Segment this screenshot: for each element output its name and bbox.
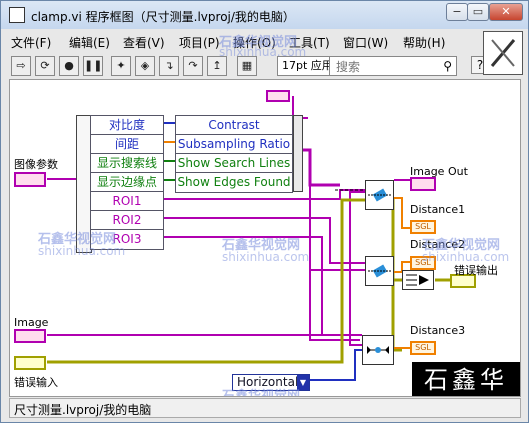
wire-image-3 [349, 191, 365, 270]
distance2-indicator: SGL [410, 256, 436, 270]
wire-cluster-3 [309, 270, 360, 341]
wire-distance1 [394, 197, 410, 229]
wire-cluster-2 [309, 185, 360, 271]
step-out-icon[interactable]: ↥ [207, 56, 227, 76]
menu-window[interactable]: 窗口(W) [343, 34, 388, 51]
maximize-button[interactable]: ▭ [467, 3, 489, 21]
error-in-label: 错误输入 [14, 376, 58, 389]
menu-tools[interactable]: 工具(T) [289, 34, 330, 51]
run-arrow-icon[interactable]: ⇨ [11, 56, 31, 76]
bundle-names: 对比度 间距 显示搜索线 显示边缘点 ROI1 ROI2 ROI3 [90, 115, 164, 250]
wire-cluster-out [302, 148, 340, 187]
logo-badge: 石鑫华 [412, 362, 520, 396]
roi-constant[interactable] [266, 90, 290, 102]
clamp-icon [367, 346, 389, 354]
merge-errors-icon [406, 274, 429, 286]
bundle-name: 间距 [91, 135, 163, 154]
bundle-node-2[interactable] [293, 115, 303, 192]
clean-diagram-icon[interactable]: ▦ [237, 56, 257, 76]
font-select[interactable]: 17pt 应用 [277, 56, 335, 76]
close-button[interactable]: ✕ [489, 3, 523, 21]
vi-icon [483, 31, 523, 75]
highlight-bulb-icon[interactable]: ✦ [111, 56, 131, 76]
error-in-control[interactable] [14, 356, 46, 370]
clamp-icon [368, 264, 391, 278]
clamp-vi-2[interactable] [365, 256, 394, 286]
error-out-label: 错误输出 [454, 264, 498, 277]
bundle-name: 显示搜索线 [91, 154, 163, 173]
vi-file-icon [9, 7, 25, 23]
run-continuously-icon[interactable]: ⟳ [35, 56, 55, 76]
image-label: Image [14, 316, 49, 329]
clamp-vi-1[interactable] [365, 180, 394, 210]
merge-errors-node[interactable] [402, 270, 434, 290]
clamp-vi-3[interactable] [362, 335, 394, 365]
menu-project[interactable]: 项目(P) [179, 34, 220, 51]
search-icon[interactable]: ⚲ [443, 59, 452, 73]
menu-edit[interactable]: 编辑(E) [69, 34, 110, 51]
bundle-name: 对比度 [91, 116, 163, 135]
bundle-name: ROI1 [91, 192, 163, 211]
distance3-label: Distance3 [410, 324, 466, 337]
window: clamp.vi 程序框图（尺寸测量.lvproj/我的电脑） − ▭ ✕ 文件… [0, 0, 529, 423]
cluster-fields: Contrast Subsampling Ratio Show Search L… [175, 115, 293, 193]
image-control[interactable] [14, 329, 46, 343]
wire-roi2 [164, 217, 365, 264]
chevron-down-icon[interactable]: ▼ [297, 375, 309, 390]
window-title: clamp.vi 程序框图（尺寸测量.lvproj/我的电脑） [31, 10, 295, 24]
image-params-label: 图像参数 [14, 158, 58, 171]
bundle-name: 显示边缘点 [91, 173, 163, 192]
step-over-icon[interactable]: ↷ [183, 56, 203, 76]
search-box[interactable]: ⚲ [329, 56, 457, 76]
distance2-label: Distance2 [410, 238, 466, 251]
menu-file[interactable]: 文件(F) [11, 34, 51, 51]
cluster-field: Show Search Lines [176, 154, 292, 173]
wire-image-2 [349, 269, 365, 335]
status-bar: 尺寸测量.lvproj/我的电脑 [9, 398, 521, 418]
wire-roi3 [164, 236, 362, 336]
distance3-indicator: SGL [410, 341, 436, 355]
clamp-icon [368, 188, 391, 202]
retain-wire-icon[interactable]: ◈ [135, 56, 155, 76]
wire-error-3 [391, 280, 402, 352]
clamp-tool-icon [490, 39, 516, 67]
cluster-field: Subsampling Ratio [176, 135, 292, 154]
title-bar: clamp.vi 程序框图（尺寸测量.lvproj/我的电脑） − ▭ ✕ [1, 1, 528, 29]
image-out-indicator [410, 177, 436, 191]
direction-select[interactable]: Horizontal ▼ [232, 374, 310, 391]
block-diagram[interactable]: 图像参数 Image 错误输入 对比度 间距 显示搜索线 显示边缘点 ROI1 … [9, 79, 521, 397]
image-params-control[interactable] [14, 172, 46, 187]
bundle-name: ROI2 [91, 211, 163, 230]
distance1-label: Distance1 [410, 203, 466, 216]
direction-value: Horizontal [237, 375, 299, 389]
toolbar: ⇨ ⟳ ● ❚❚ ✦ ◈ ↴ ↷ ↥ ▦ 17pt 应用 ⚲ ? [9, 53, 489, 79]
menu-view[interactable]: 查看(V) [123, 34, 165, 51]
cluster-field: Contrast [176, 116, 292, 135]
distance1-indicator: SGL [410, 220, 436, 234]
menu-bar: 文件(F) 编辑(E) 查看(V) 项目(P) 操作(O) 工具(T) 窗口(W… [9, 31, 483, 51]
menu-help[interactable]: 帮助(H) [403, 34, 445, 51]
search-input[interactable] [334, 58, 438, 76]
status-path: 尺寸测量.lvproj/我的电脑 [14, 403, 152, 417]
step-into-icon[interactable]: ↴ [159, 56, 179, 76]
cluster-field: Show Edges Found [177, 175, 291, 189]
pause-icon[interactable]: ❚❚ [83, 56, 103, 76]
bundle-name: ROI3 [112, 232, 142, 246]
abort-icon[interactable]: ● [59, 56, 79, 76]
menu-operate[interactable]: 操作(O) [233, 34, 276, 51]
minimize-button[interactable]: − [446, 3, 468, 21]
